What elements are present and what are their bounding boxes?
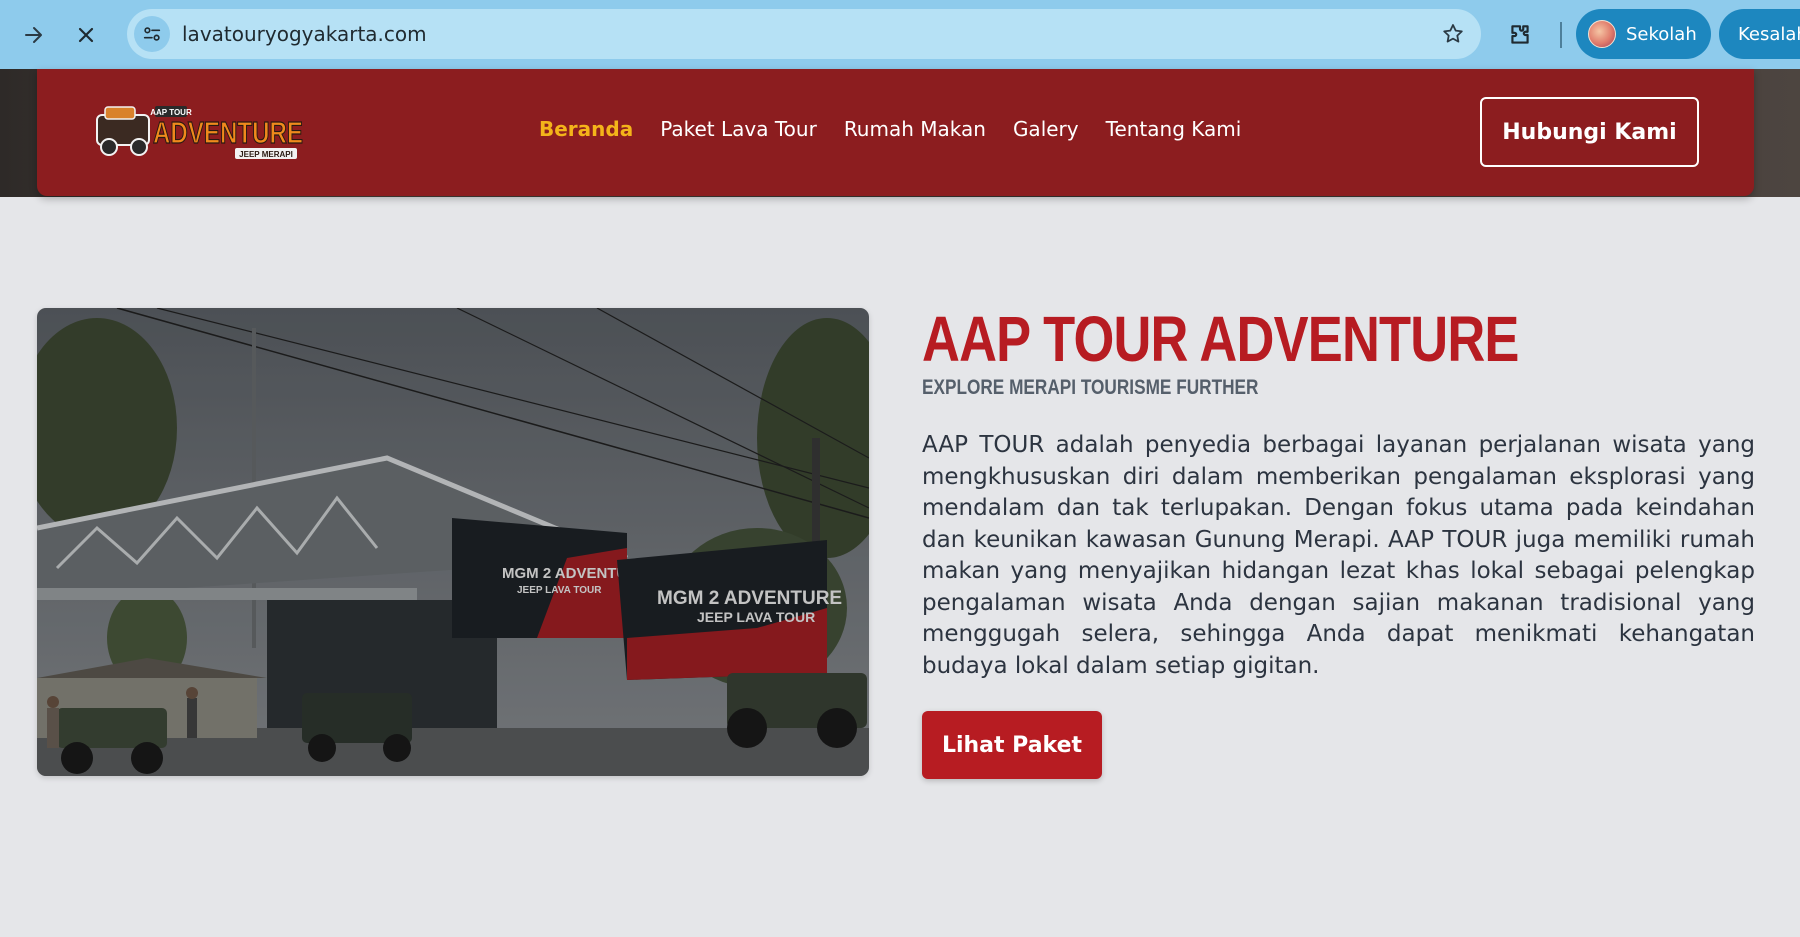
- forward-icon[interactable]: [16, 17, 52, 53]
- hero-description: AAP TOUR adalah penyedia berbagai layana…: [922, 432, 1755, 679]
- nav-link-beranda[interactable]: Beranda: [539, 117, 633, 141]
- nav-link-galery[interactable]: Galery: [1013, 117, 1079, 141]
- hero-title: AAP TOUR ADVENTURE: [922, 303, 1519, 375]
- toolbar-separator: [1560, 22, 1562, 48]
- stop-loading-icon[interactable]: [68, 17, 104, 53]
- logo-main-text: ADVENTURE: [153, 115, 303, 150]
- error-chip[interactable]: Kesalahan: [1719, 9, 1800, 59]
- profile-chip[interactable]: Sekolah: [1576, 9, 1711, 59]
- contact-button[interactable]: Hubungi Kami: [1480, 97, 1699, 167]
- extensions-puzzle-icon[interactable]: [1502, 17, 1538, 53]
- nav-menu: Beranda Paket Lava Tour Rumah Makan Galery T…: [539, 117, 1268, 141]
- profile-label: Sekolah: [1626, 23, 1697, 45]
- error-chip-label: Kesalahan: [1738, 23, 1800, 45]
- address-bar[interactable]: lavatouryogyakarta.com: [127, 9, 1481, 59]
- view-packages-button[interactable]: Lihat Paket: [922, 711, 1102, 779]
- site-navbar: AAP TOUR ADVENTURE JEEP MERAPI Beranda Pa…: [37, 69, 1754, 196]
- nav-link-rumah-makan[interactable]: Rumah Makan: [844, 117, 986, 141]
- avatar: [1588, 20, 1616, 48]
- site-info-icon[interactable]: [134, 16, 170, 52]
- bookmark-star-icon[interactable]: [1439, 20, 1467, 48]
- nav-link-tentang-kami[interactable]: Tentang Kami: [1106, 117, 1242, 141]
- url-text[interactable]: lavatouryogyakarta.com: [182, 22, 427, 46]
- site-logo[interactable]: AAP TOUR ADVENTURE JEEP MERAPI: [95, 101, 305, 167]
- hero-subtitle: EXPLORE MERAPI TOURISME FURTHER: [922, 376, 1259, 399]
- logo-sub-text: JEEP MERAPI: [239, 150, 293, 159]
- nav-link-paket-lava-tour[interactable]: Paket Lava Tour: [660, 117, 817, 141]
- browser-toolbar: lavatouryogyakarta.com Sekolah Kesalahan: [0, 0, 1800, 69]
- hero-photo: MGM 2 ADVENTURE JEEP LAVA TOUR MGM 2 ADV…: [37, 308, 869, 776]
